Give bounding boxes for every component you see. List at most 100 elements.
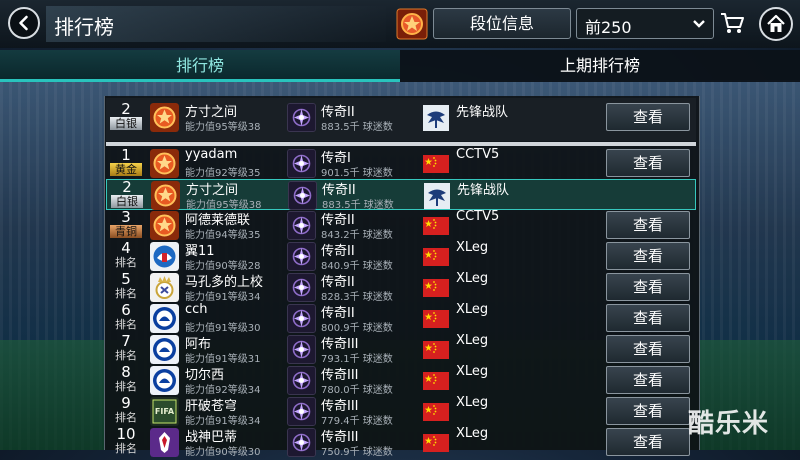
rank-emblem-icon[interactable] (396, 8, 428, 40)
china-flag-icon (423, 151, 449, 177)
view-button[interactable]: 查看 (606, 366, 690, 394)
china-flag-icon (423, 275, 449, 301)
view-button[interactable]: 查看 (606, 428, 690, 456)
dragon-crest-icon (424, 183, 450, 209)
ranked-emblem-icon (150, 211, 179, 240)
divider (106, 142, 696, 146)
view-button[interactable]: 查看 (606, 273, 690, 301)
rank-number: 8 (121, 363, 131, 381)
player-stats: 能力值90等级30 (185, 447, 261, 458)
player-stats: 能力值90等级28 (185, 261, 261, 272)
tier-badge-icon (287, 211, 316, 240)
chelsea-crest-icon (150, 366, 179, 395)
view-button[interactable]: 查看 (606, 304, 690, 332)
rank-number: 2 (122, 178, 132, 196)
range-select-value: 前250 (585, 18, 632, 37)
fan-count: 779.4千 球迷数 (321, 416, 393, 427)
rank-number: 5 (121, 270, 131, 288)
player-stats: 能力值91等级34 (185, 416, 261, 427)
club-name: CCTV5 (456, 209, 500, 224)
rank-info-button[interactable]: 段位信息 (433, 8, 571, 39)
view-button[interactable]: 查看 (606, 211, 690, 239)
rank-number: 9 (121, 394, 131, 412)
strasbourg-crest-icon (150, 242, 179, 271)
china-flag-icon (423, 430, 449, 456)
player-stats: 能力值92等级35 (185, 168, 261, 179)
view-button[interactable]: 查看 (606, 242, 690, 270)
view-button[interactable]: 查看 (606, 103, 690, 131)
club-name: CCTV5 (456, 147, 500, 162)
leaderboard-row[interactable]: 4 排名 翼11 能力值90等级28 传奇II 840.9千 球迷数 XLeg 查看 (106, 239, 696, 272)
rank-label: 黄金 (110, 163, 142, 176)
tier-badge-icon (287, 273, 316, 302)
rank-number: 7 (121, 332, 131, 350)
rank-number: 6 (121, 301, 131, 319)
page-title: 排行榜 (54, 15, 114, 39)
fan-count: 800.9千 球迷数 (321, 323, 393, 334)
rank-label: 白银 (111, 195, 143, 208)
fan-count: 901.5千 球迷数 (321, 168, 393, 179)
club-name: XLeg (456, 333, 489, 348)
leaderboard-row[interactable]: 7 排名 阿布 能力值91等级31 传奇III 793.1千 球迷数 XLeg 查看 (106, 332, 696, 365)
tab-bar: 排行榜 上期排行榜 (0, 50, 800, 82)
leaderboard-row[interactable]: 2 白银 方寸之间 能力值95等级38 传奇II 883.5千 球迷数 先锋战队 (106, 178, 696, 211)
my-rank-row[interactable]: 2 白银 方寸之间 能力值95等级38 传奇II 883.5千 球迷数 先锋战队 查看 (106, 100, 696, 133)
china-flag-icon (423, 244, 449, 270)
leaderboard-row[interactable]: 3 青铜 阿德莱德联 能力值94等级35 传奇II 843.2千 球迷数 CCTV5 查看 (106, 208, 696, 241)
club-name: 先锋战队 (457, 183, 510, 198)
rank-number: 2 (121, 100, 131, 118)
home-icon (767, 14, 785, 32)
home-button[interactable] (759, 7, 793, 41)
fan-count: 843.2千 球迷数 (321, 230, 393, 241)
rank-label: 青铜 (110, 225, 142, 238)
china-flag-icon (423, 213, 449, 239)
fan-count: 793.1千 球迷数 (321, 354, 393, 365)
rank-number: 10 (116, 425, 136, 443)
fan-count: 780.0千 球迷数 (321, 385, 393, 396)
rank-number: 4 (121, 239, 131, 257)
club-name: XLeg (456, 302, 489, 317)
leaderboard-row[interactable]: 6 排名 cch 能力值91等级30 传奇II 800.9千 球迷数 XLeg 查看 (106, 301, 696, 334)
china-flag-icon (423, 306, 449, 332)
watermark-text: 酷乐米 (688, 409, 770, 439)
china-flag-icon (423, 337, 449, 363)
rank-label: 排名 (115, 442, 137, 455)
club-name: XLeg (456, 271, 489, 286)
cart-icon[interactable] (719, 10, 745, 36)
leaderboard-row[interactable]: 1 黄金 yyadam 能力值92等级35 传奇I 901.5千 球迷数 CCTV5 查看 (106, 146, 696, 179)
tab-leaderboard[interactable]: 排行榜 (0, 50, 400, 82)
player-stats: 能力值92等级34 (185, 385, 261, 396)
rank-label: 排名 (115, 287, 137, 300)
leaderboard-row[interactable]: 10 排名 战神巴蒂 能力值90等级30 传奇III 750.9千 球迷数 XLeg 查看 (106, 425, 696, 458)
tier-badge-icon (287, 304, 316, 333)
leaderboard-row[interactable]: 9 排名 FIFA 肝破苍穹 能力值91等级34 传奇III 779.4千 球迷数 XLeg 查… (106, 394, 696, 427)
tab-last-season-leaderboard[interactable]: 上期排行榜 (400, 50, 800, 82)
chelsea-crest-icon (150, 304, 179, 333)
club-name: 先锋战队 (456, 105, 509, 120)
back-button[interactable] (8, 7, 40, 39)
view-button[interactable]: 查看 (606, 149, 690, 177)
rank-number: 3 (121, 208, 131, 226)
player-name: cch (185, 302, 208, 317)
player-stats: 能力值91等级34 (185, 292, 261, 303)
china-flag-icon (423, 399, 449, 425)
leaderboard-row[interactable]: 8 排名 切尔西 能力值92等级34 传奇III 780.0千 球迷数 XLeg 查看 (106, 363, 696, 396)
rank-label: 排名 (115, 318, 137, 331)
ranked-emblem-icon (150, 103, 179, 132)
view-button[interactable]: 查看 (606, 335, 690, 363)
fiorentina-crest-icon (150, 428, 179, 457)
dragon-crest-icon (423, 105, 449, 131)
svg-text:FIFA: FIFA (155, 407, 175, 416)
view-button[interactable]: 查看 (606, 397, 690, 425)
tier-badge-icon (287, 428, 316, 457)
player-stats: 能力值91等级30 (185, 323, 261, 334)
tier-badge-icon (287, 335, 316, 364)
chevron-down-icon (693, 20, 705, 28)
rank-label: 排名 (115, 349, 137, 362)
range-select[interactable]: 前250 (576, 8, 714, 39)
leaderboard-row[interactable]: 5 排名 马孔多的上校 能力值91等级34 传奇II 828.3千 球迷数 XLeg 查看 (106, 270, 696, 303)
tier-badge-icon (287, 366, 316, 395)
china-flag-icon (423, 368, 449, 394)
title-bar: 排行榜 (46, 6, 386, 42)
rank-number: 1 (121, 146, 131, 164)
